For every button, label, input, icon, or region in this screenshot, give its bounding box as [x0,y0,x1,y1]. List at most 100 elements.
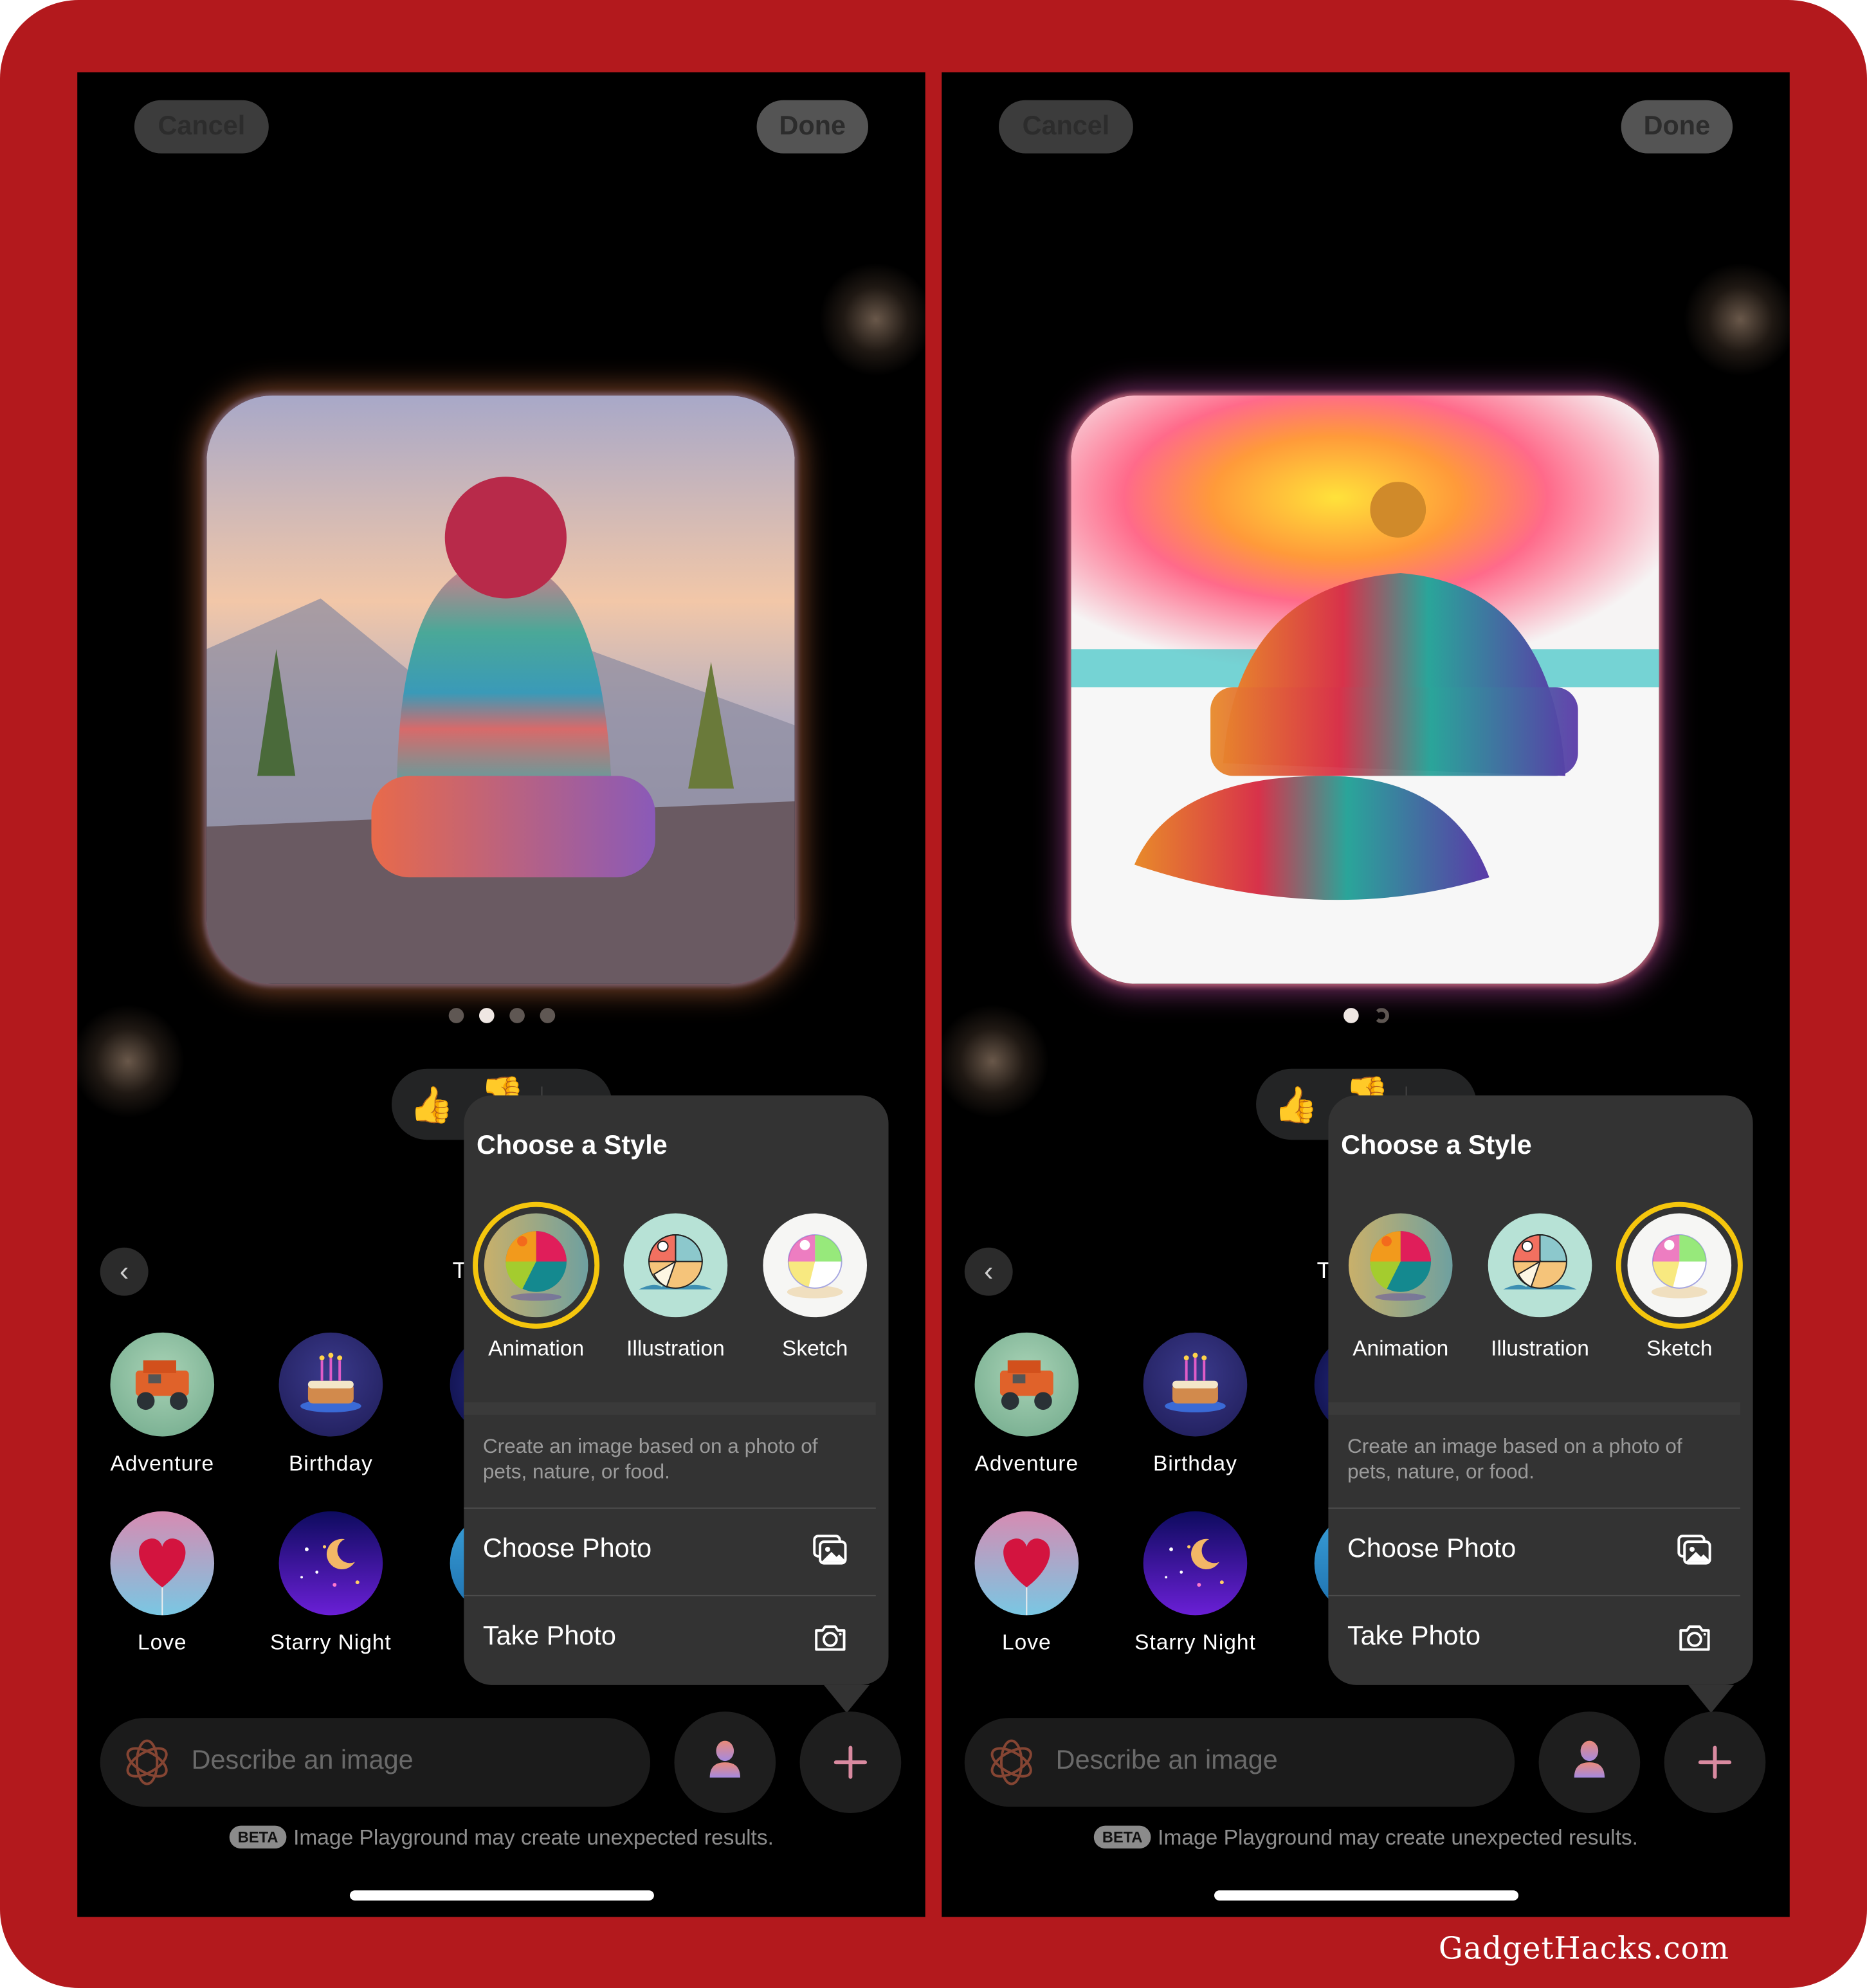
page-dot[interactable] [509,1008,524,1023]
page-indicator[interactable] [77,1008,925,1023]
disclaimer-text: Image Playground may create unexpected r… [293,1825,774,1850]
cap-band [1210,687,1578,776]
thumbs-up-icon[interactable]: 👍 [410,1084,454,1126]
home-indicator[interactable] [1214,1890,1519,1901]
theme-love[interactable]: Love [944,1511,1109,1656]
style-illustration[interactable]: Illustration [1470,1207,1610,1362]
style-label: Sketch [1646,1336,1713,1361]
popover-separator [464,1402,876,1415]
home-indicator[interactable] [349,1890,654,1901]
page-dot[interactable] [448,1008,464,1023]
animation-ball-icon [1348,1213,1453,1318]
describe-image-input[interactable]: Describe an image [100,1718,651,1807]
sketch-ball-icon [763,1213,868,1318]
popover-tail [824,1684,870,1713]
previous-category-button[interactable]: ‹ [964,1247,1013,1296]
choose-photo-item[interactable]: Choose Photo [1328,1507,1740,1595]
theme-partial[interactable] [1231,1511,1333,1616]
loading-indicator[interactable] [1373,1008,1389,1023]
illustration-ball-icon [1488,1213,1592,1318]
animation-ball-icon [484,1213,588,1318]
choose-style-popover: Choose a Style Animation Illustration Sk… [464,1095,889,1713]
page-dot[interactable] [1343,1008,1358,1023]
sketch-ball-icon [1627,1213,1732,1318]
phone-screen-right: Cancel Done 👍 👎 ‹ T Adventure Birthday L… [942,72,1790,1917]
prompt-placeholder: Describe an image [191,1746,414,1775]
style-sketch[interactable]: Sketch [1610,1207,1749,1362]
prompt-placeholder: Describe an image [1055,1746,1278,1775]
image-playground-icon [990,1739,1032,1785]
beta-badge: BETA [229,1825,287,1849]
style-animation[interactable]: Animation [466,1207,606,1362]
style-label: Animation [488,1336,585,1361]
previous-category-button[interactable]: ‹ [100,1247,149,1296]
popover-title: Choose a Style [1341,1131,1532,1160]
disclaimer-text: Image Playground may create unexpected r… [1158,1825,1638,1850]
theme-adventure[interactable]: Adventure [944,1332,1109,1477]
generated-image-art [206,396,795,984]
choose-photo-item[interactable]: Choose Photo [464,1507,876,1595]
add-button[interactable] [1664,1711,1766,1813]
theme-label: Love [137,1630,187,1655]
popover-description: Create an image based on a photo of pets… [1347,1436,1682,1484]
style-illustration[interactable]: Illustration [606,1207,745,1362]
heart-balloon-icon [974,1511,1079,1616]
theme-label: Birthday [288,1452,373,1476]
page-dot[interactable] [539,1008,555,1023]
disclaimer: BETA Image Playground may create unexpect… [942,1825,1789,1851]
beanie-band [371,776,655,878]
theme-adventure[interactable]: Adventure [80,1332,244,1477]
theme-love[interactable]: Love [80,1511,244,1656]
cancel-button[interactable]: Cancel [998,100,1133,154]
done-button[interactable]: Done [1621,100,1733,154]
style-label: Illustration [626,1336,725,1361]
generated-image-art [1071,396,1659,984]
bokeh-orb [819,262,925,377]
heart-balloon-icon [110,1511,215,1616]
photo-library-icon [1677,1535,1711,1565]
person-icon [709,1740,740,1778]
style-sketch[interactable]: Sketch [745,1207,885,1362]
popover-separator [1328,1402,1740,1415]
page-indicator[interactable] [942,1008,1789,1023]
theme-partial[interactable] [367,1332,468,1437]
theme-label: Starry Night [270,1630,392,1655]
menu-item-label: Choose Photo [482,1534,652,1564]
take-photo-item[interactable]: Take Photo [1328,1594,1740,1683]
person-icon [1574,1740,1605,1778]
add-person-button[interactable] [674,1711,776,1813]
pompom [444,477,567,599]
take-photo-item[interactable]: Take Photo [464,1594,876,1683]
style-label: Sketch [781,1336,848,1361]
popover-tail [1688,1684,1735,1713]
jeep-icon [974,1332,1079,1437]
theme-partial[interactable] [1231,1332,1333,1437]
illustration-ball-icon [623,1213,728,1318]
disclaimer: BETA Image Playground may create unexpect… [77,1825,925,1851]
style-label: Illustration [1491,1336,1589,1361]
beta-badge: BETA [1093,1825,1152,1849]
theme-partial[interactable] [367,1511,468,1616]
generated-image[interactable] [206,396,795,984]
generated-image[interactable] [1071,396,1659,984]
stage: Cancel Done 👍 👎 ‹ T Adventure Birthday L… [0,0,1867,1988]
thumbs-up-icon[interactable]: 👍 [1274,1084,1318,1126]
menu-item-label: Take Photo [482,1621,616,1651]
theme-label: Love [1002,1630,1052,1655]
plus-icon [833,1746,868,1779]
theme-label: Adventure [974,1452,1079,1476]
add-person-button[interactable] [1538,1711,1641,1813]
add-button[interactable] [799,1711,902,1813]
theme-label: Starry Night [1134,1630,1256,1655]
photo-library-icon [813,1535,847,1565]
page-dot[interactable] [478,1008,494,1023]
done-button[interactable]: Done [756,100,868,154]
plus-icon [1698,1746,1732,1779]
bokeh-orb [1683,262,1790,377]
describe-image-input[interactable]: Describe an image [964,1718,1515,1807]
style-animation[interactable]: Animation [1331,1207,1470,1362]
cancel-button[interactable]: Cancel [134,100,269,154]
choose-style-popover: Choose a Style Animation Illustration Sk… [1328,1095,1753,1713]
menu-item-label: Take Photo [1347,1621,1481,1651]
phone-screen-left: Cancel Done 👍 👎 ‹ T Adventure Birthday L… [77,72,925,1917]
